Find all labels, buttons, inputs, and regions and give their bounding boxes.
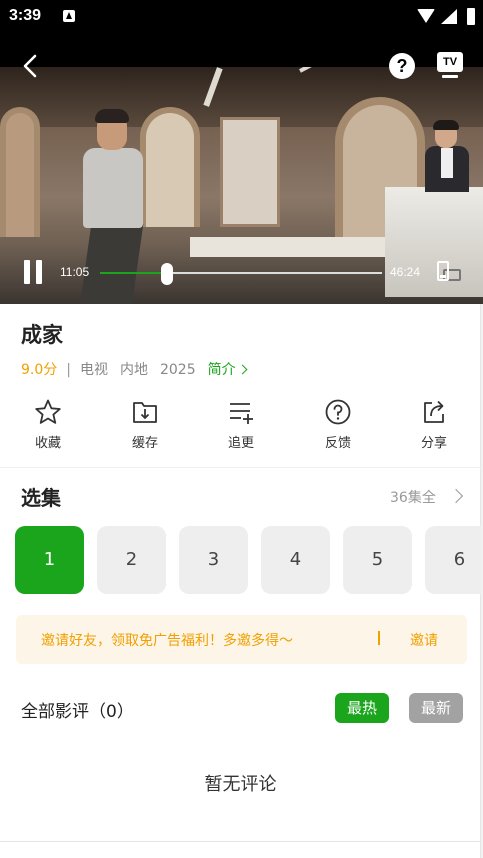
download-button[interactable]: 缓存: [115, 396, 175, 456]
tv-stand: [442, 75, 458, 78]
chevron-right-icon[interactable]: [448, 488, 464, 504]
status-time: 3:39: [9, 7, 42, 24]
episode-2-button[interactable]: 2: [97, 526, 166, 594]
divider: [0, 467, 481, 468]
pause-bar: [36, 260, 42, 284]
score: 9.0分: [21, 362, 58, 378]
sort-new-button[interactable]: 最新: [409, 693, 463, 723]
signal-icon: [441, 9, 457, 24]
progress-thumb[interactable]: [161, 263, 174, 285]
episode-5-button[interactable]: 5: [343, 526, 412, 594]
favorite-button[interactable]: 收藏: [18, 396, 78, 456]
pause-button[interactable]: [24, 260, 44, 284]
empty-comments-text: 暂无评论: [204, 774, 277, 795]
invite-text: 邀请好友，领取免广告福利！多邀多得～: [41, 633, 293, 649]
battery-icon: [467, 8, 475, 25]
video-player[interactable]: ? TV 11:05 46:24: [0, 34, 483, 304]
episode-3-button[interactable]: 3: [179, 526, 248, 594]
episode-6-button[interactable]: 6: [425, 526, 481, 594]
action-label: 追更: [227, 436, 254, 451]
status-bar: 3:39: [0, 0, 483, 34]
share-icon: [424, 400, 444, 423]
invite-separator: [378, 631, 380, 645]
current-time: 11:05: [60, 265, 90, 279]
notification-app-icon: [63, 10, 75, 22]
show-title: 成家: [21, 323, 63, 347]
action-label: 缓存: [131, 436, 158, 451]
wifi-icon: [417, 9, 435, 23]
question-icon: [325, 399, 351, 425]
chevron-right-icon: [237, 364, 248, 375]
scene-person: [425, 120, 473, 192]
action-bar: 收藏 缓存 追更 反馈 分享: [0, 396, 481, 456]
episodes-all-link[interactable]: 36集全: [390, 487, 436, 507]
player-controls: 11:05 46:24: [0, 258, 483, 288]
episodes-title: 选集: [21, 486, 61, 510]
progress-bar[interactable]: [100, 263, 382, 285]
back-button[interactable]: [18, 50, 44, 82]
scene-arch: [0, 107, 40, 237]
pause-bar: [24, 260, 30, 284]
action-label: 分享: [420, 436, 447, 451]
episode-4-button[interactable]: 4: [261, 526, 330, 594]
episode-1-button[interactable]: 1: [15, 526, 84, 594]
sort-hot-button[interactable]: 最热: [335, 693, 389, 723]
chevron-left-icon: [23, 54, 37, 78]
download-icon: [133, 402, 157, 423]
show-type: 电视: [79, 362, 108, 378]
intro-label: 简介: [207, 362, 236, 378]
invite-button[interactable]: 邀请: [410, 630, 438, 650]
help-icon: ?: [396, 56, 408, 76]
invite-banner[interactable]: 邀请好友，领取免广告福利！多邀多得～ 邀请: [16, 615, 467, 664]
help-button[interactable]: ?: [389, 53, 415, 79]
phone-icon: [437, 261, 449, 281]
action-label: 反馈: [324, 436, 351, 451]
rotate-fullscreen-button[interactable]: [437, 261, 461, 285]
episode-list[interactable]: 123456: [0, 526, 481, 596]
progress-fill: [100, 272, 168, 274]
feedback-button[interactable]: 反馈: [308, 396, 368, 456]
comments-title: 全部影评（0）: [21, 702, 134, 722]
detail-panel: 成家 9.0分 | 电视 内地 2025 简介 收藏 缓存 追更 反馈 分享 选…: [0, 304, 481, 858]
show-region: 内地: [119, 362, 148, 378]
tv-icon: TV: [437, 52, 463, 72]
action-label: 收藏: [34, 436, 61, 451]
intro-link[interactable]: 简介: [207, 362, 248, 378]
divider: [0, 841, 481, 842]
tv-cast-button[interactable]: TV: [437, 52, 463, 80]
share-button[interactable]: 分享: [404, 396, 464, 456]
follow-updates-button[interactable]: 追更: [211, 396, 271, 456]
scene-shelf: [220, 117, 280, 227]
playlist-add-icon: [230, 403, 253, 424]
meta-separator: |: [66, 362, 71, 378]
star-icon: [35, 399, 61, 424]
total-time: 46:24: [390, 265, 421, 279]
show-year: 2025: [159, 362, 196, 378]
meta-row: 9.0分 | 电视 内地 2025 简介: [21, 359, 248, 379]
